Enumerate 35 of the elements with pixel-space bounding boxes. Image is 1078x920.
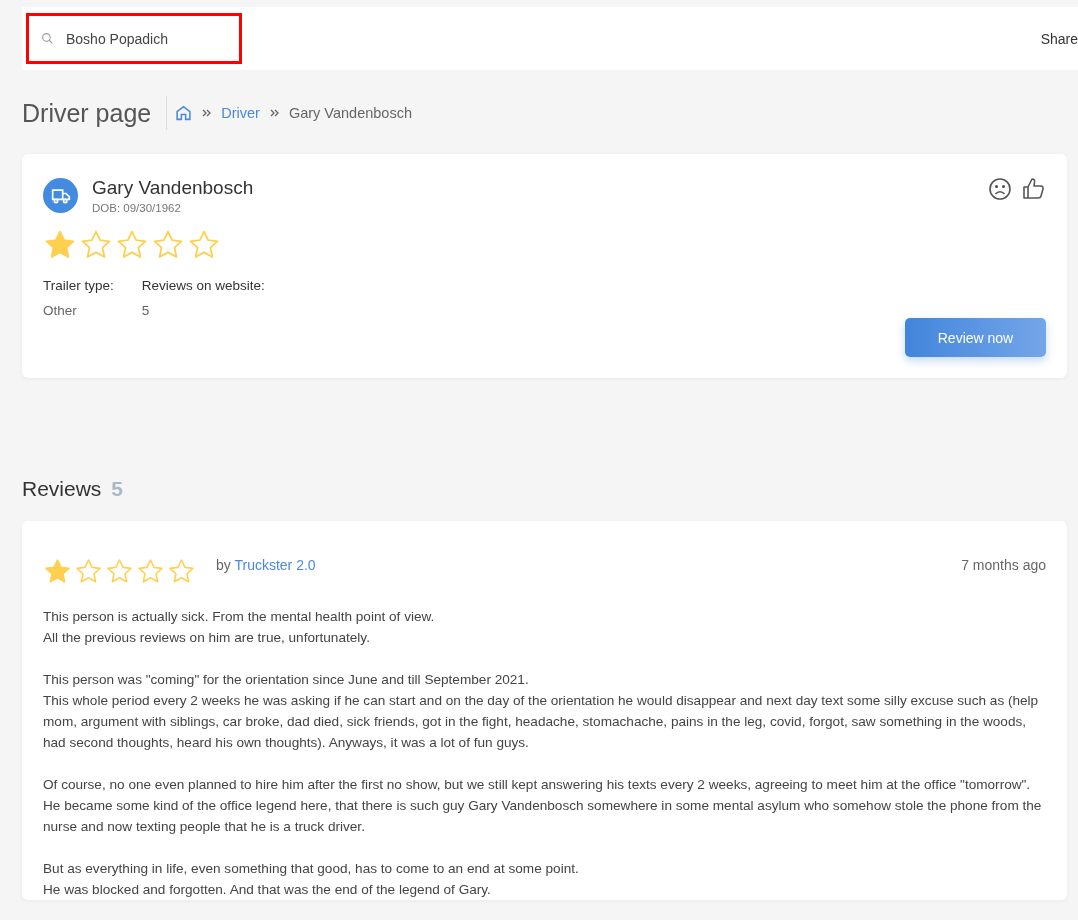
review-text: This whole period every 2 weeks he was asking if he can start and on the day of the orientation he would disappear and next day text some silly excuse such as (help mom, argument with siblings, car broke, dad died, sick friends, got in the fight, headache, stomachache, pains in the leg, covid, forgot, saw something in the woods, had second thoughts, heard his own thoughts). Anyways, it was a lot of fun guys. (43, 692, 1040, 752)
page-title: Driver page (22, 98, 152, 128)
empty-star-icon (136, 557, 165, 586)
search-icon (41, 32, 54, 45)
home-icon[interactable] (175, 104, 193, 122)
chevrons-icon (269, 109, 279, 117)
chevrons-icon (202, 109, 212, 117)
review-text: This person is actually sick. From the mental health point of view. (43, 608, 436, 626)
review-time: 7 months ago (961, 556, 1046, 573)
share-link[interactable]: Share (1040, 30, 1078, 47)
review-text: All the previous reviews on him are true, unfortunately. (43, 629, 371, 647)
empty-star-icon (74, 557, 103, 586)
search-field[interactable]: Bosho Popadich (26, 13, 242, 64)
truck-avatar-icon (43, 178, 78, 213)
author-link[interactable]: Truckster 2.0 (234, 556, 316, 573)
field-label: Reviews on website: (141, 278, 265, 293)
field-value: Other (43, 303, 78, 318)
review-text: But as everything in life, even something that good, has to come to an end at some point. (43, 860, 580, 878)
driver-dob: DOB: 09/30/1962 (92, 202, 182, 214)
empty-star-icon (105, 557, 134, 586)
filled-star-icon (43, 557, 72, 586)
field-value: 5 (141, 303, 151, 318)
reviews-heading: Reviews (22, 477, 102, 501)
driver-name: Gary Vandenbosch (92, 177, 254, 199)
empty-star-icon (167, 557, 196, 586)
review-text: He was blocked and forgotten. And that was the end of the legend of Gary. (43, 881, 492, 899)
thumbs-up-icon[interactable] (1022, 177, 1046, 201)
field-label: Trailer type: (43, 278, 114, 293)
review-text: This person was "coming" for the orientation since June and till September 2021. (43, 671, 530, 689)
review-author: by Truckster 2.0 (216, 556, 316, 573)
sad-face-icon[interactable] (988, 177, 1012, 201)
reviews-count: 5 (111, 477, 124, 501)
search-input[interactable]: Bosho Popadich (64, 29, 218, 48)
review-text: Of course, no one even planned to hire him after the first no show, but we still kept answering his texts every 2 weeks, agreeing to meet him at the office "tomorrow". He became some kind of the office legend here, that there is such guy Gary Vandenbosch somewhere in some mental asylum who somehow stole the phone from the nurse and now texting people that he is a truck driver. (43, 776, 1043, 836)
breadcrumb-current: Gary Vandenbosch (288, 105, 412, 121)
